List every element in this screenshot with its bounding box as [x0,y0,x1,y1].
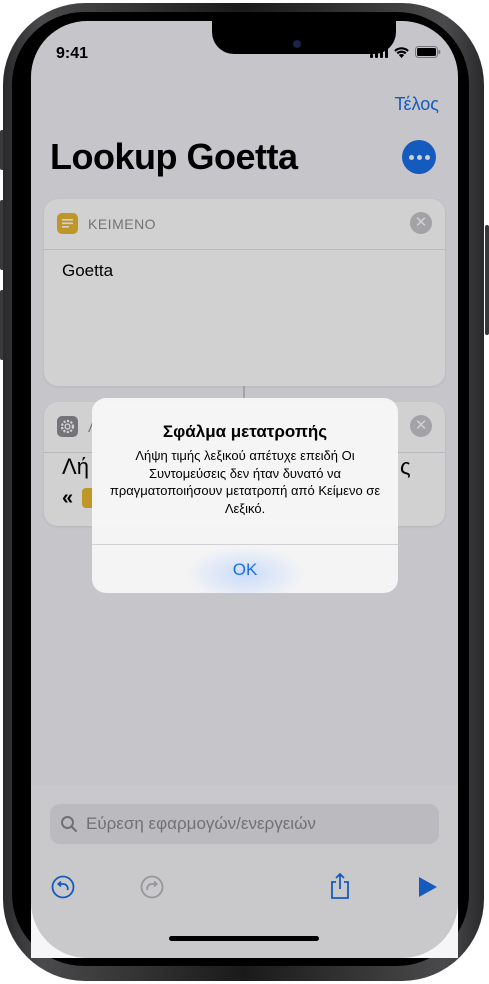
conversion-error-alert: Σφάλμα μετατροπής Λήψη τιμής λεξικού απέ… [92,398,398,594]
alert-message: Λήψη τιμής λεξικού απέτυχε επειδή Οι Συν… [109,448,381,516]
side-button-right [485,225,489,335]
alert-ok-button[interactable]: OK [92,544,398,594]
alert-title: Σφάλμα μετατροπής [162,422,328,441]
